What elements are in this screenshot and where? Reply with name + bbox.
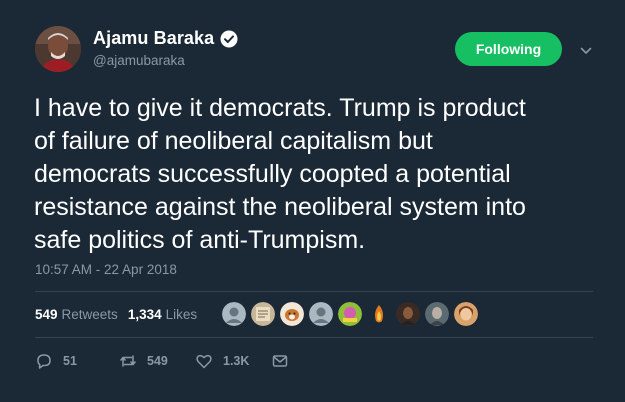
liker-avatar[interactable] bbox=[454, 302, 478, 326]
tweet-card: Ajamu Baraka @ajamubaraka Following I ha… bbox=[0, 0, 625, 402]
envelope-icon bbox=[272, 355, 288, 367]
retweet-count: 549 bbox=[147, 354, 168, 368]
author-display-name[interactable]: Ajamu Baraka bbox=[93, 28, 214, 49]
likes-label[interactable]: Likes bbox=[166, 307, 198, 322]
likes-count[interactable]: 1,334 bbox=[128, 307, 162, 322]
like-count: 1.3K bbox=[223, 354, 250, 368]
chevron-down-icon[interactable] bbox=[580, 43, 592, 55]
author-name-row: Ajamu Baraka bbox=[93, 28, 238, 49]
liker-avatar[interactable] bbox=[280, 302, 304, 326]
engagement-stats: 549 Retweets 1,334 Likes bbox=[35, 307, 207, 322]
reply-count: 51 bbox=[63, 354, 77, 368]
reply-button[interactable]: 51 bbox=[35, 352, 77, 370]
divider bbox=[35, 337, 593, 338]
retweet-button[interactable]: 549 bbox=[119, 352, 168, 370]
liker-avatar[interactable] bbox=[222, 302, 246, 326]
liker-avatar[interactable] bbox=[309, 302, 333, 326]
liker-avatar[interactable] bbox=[367, 302, 391, 326]
following-button[interactable]: Following bbox=[455, 32, 562, 66]
tweet-text: I have to give it democrats. Trump is pr… bbox=[34, 94, 526, 254]
reply-icon bbox=[37, 354, 51, 369]
liker-avatar[interactable] bbox=[251, 302, 275, 326]
direct-message-button[interactable] bbox=[271, 352, 299, 370]
liker-avatars bbox=[222, 302, 483, 326]
like-button[interactable]: 1.3K bbox=[195, 352, 249, 370]
retweets-label[interactable]: Retweets bbox=[62, 307, 118, 322]
divider bbox=[35, 291, 593, 292]
retweet-icon bbox=[120, 355, 136, 367]
liker-avatar[interactable] bbox=[396, 302, 420, 326]
liker-avatar[interactable] bbox=[425, 302, 449, 326]
author-handle[interactable]: @ajamubaraka bbox=[93, 53, 185, 68]
liker-avatar[interactable] bbox=[338, 302, 362, 326]
verified-badge-icon bbox=[220, 30, 238, 48]
heart-icon bbox=[196, 354, 212, 369]
retweets-count[interactable]: 549 bbox=[35, 307, 58, 322]
author-avatar[interactable] bbox=[35, 26, 81, 72]
tweet-timestamp[interactable]: 10:57 AM - 22 Apr 2018 bbox=[35, 262, 177, 277]
